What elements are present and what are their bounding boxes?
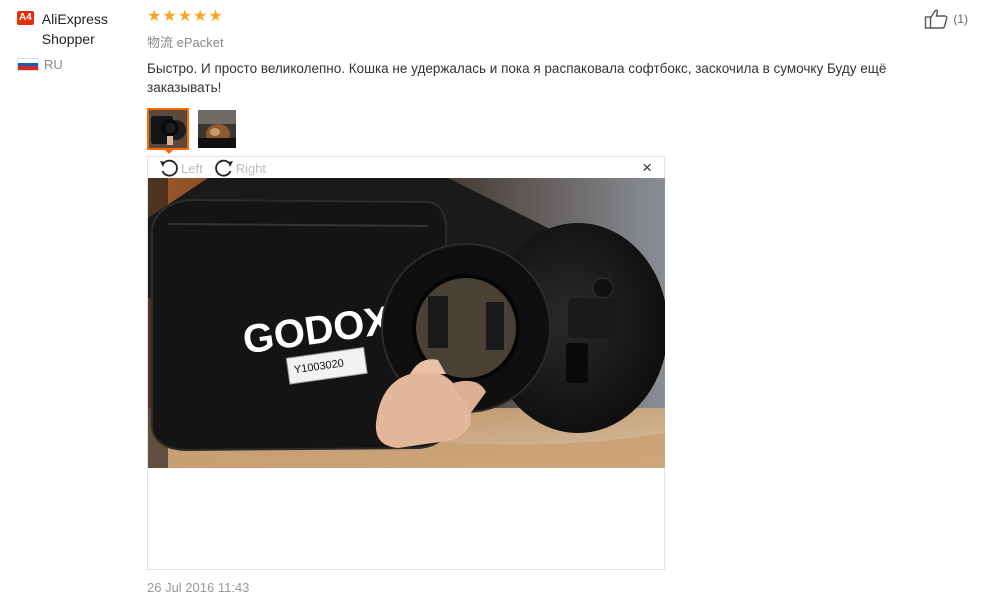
helpful-button[interactable]: (1): [924, 8, 968, 30]
buyer-level-badge: A4: [17, 11, 34, 25]
rotate-left-button[interactable]: Left: [158, 158, 203, 178]
star-icon: ★: [208, 8, 223, 25]
close-viewer-button[interactable]: ×: [642, 159, 652, 176]
rotate-left-label: Left: [181, 160, 203, 176]
logistics-label: 物流: [147, 35, 174, 50]
star-icon: ★: [147, 8, 162, 25]
russia-flag-icon: [17, 58, 39, 71]
thumbs-up-icon: [925, 9, 948, 29]
review-photo-thumbnail-1[interactable]: [147, 108, 189, 150]
review-photo-viewer: Left Right × GODOX Y1003020: [147, 156, 665, 570]
reviewer-country: RU: [17, 57, 137, 72]
photo-thumbnail-softbox-image: [149, 110, 187, 148]
logistics-info: 物流 ePacket: [147, 32, 967, 51]
rotate-right-icon: [214, 159, 233, 177]
review-photo-thumbnail-2[interactable]: [196, 108, 238, 150]
viewer-toolbar: Left Right ×: [148, 157, 664, 179]
review-text: Быстро. И просто великолепно. Кошка не у…: [147, 61, 887, 95]
country-code: RU: [44, 57, 63, 72]
review-photo-thumbnails: [147, 108, 967, 150]
logistics-method: ePacket: [176, 35, 224, 50]
reviewer-name[interactable]: AliExpress Shopper: [42, 9, 137, 49]
star-icon: ★: [177, 8, 193, 25]
photo-thumbnail-cat-image: [198, 110, 236, 148]
star-rating: ★ ★ ★ ★ ★: [147, 8, 967, 26]
selected-thumbnail-pointer: [163, 148, 175, 154]
rotate-right-label: Right: [235, 160, 267, 176]
star-icon: ★: [162, 8, 177, 25]
review-body: ★ ★ ★ ★ ★ 物流 ePacket Быстро. И просто ве…: [147, 8, 967, 150]
reviewer-name-line: A4 AliExpress Shopper: [17, 9, 137, 49]
helpful-count: (1): [953, 12, 968, 26]
review-date: 26 Jul 2016 11:43: [147, 580, 250, 595]
star-icon: ★: [193, 8, 208, 25]
rotate-left-icon: [160, 159, 178, 177]
rotate-right-button[interactable]: Right: [213, 158, 266, 178]
softbox-photo-image: GODOX Y1003020: [148, 178, 665, 468]
review-photo-large: GODOX Y1003020: [148, 178, 665, 468]
reviewer-info: A4 AliExpress Shopper RU: [17, 9, 137, 72]
